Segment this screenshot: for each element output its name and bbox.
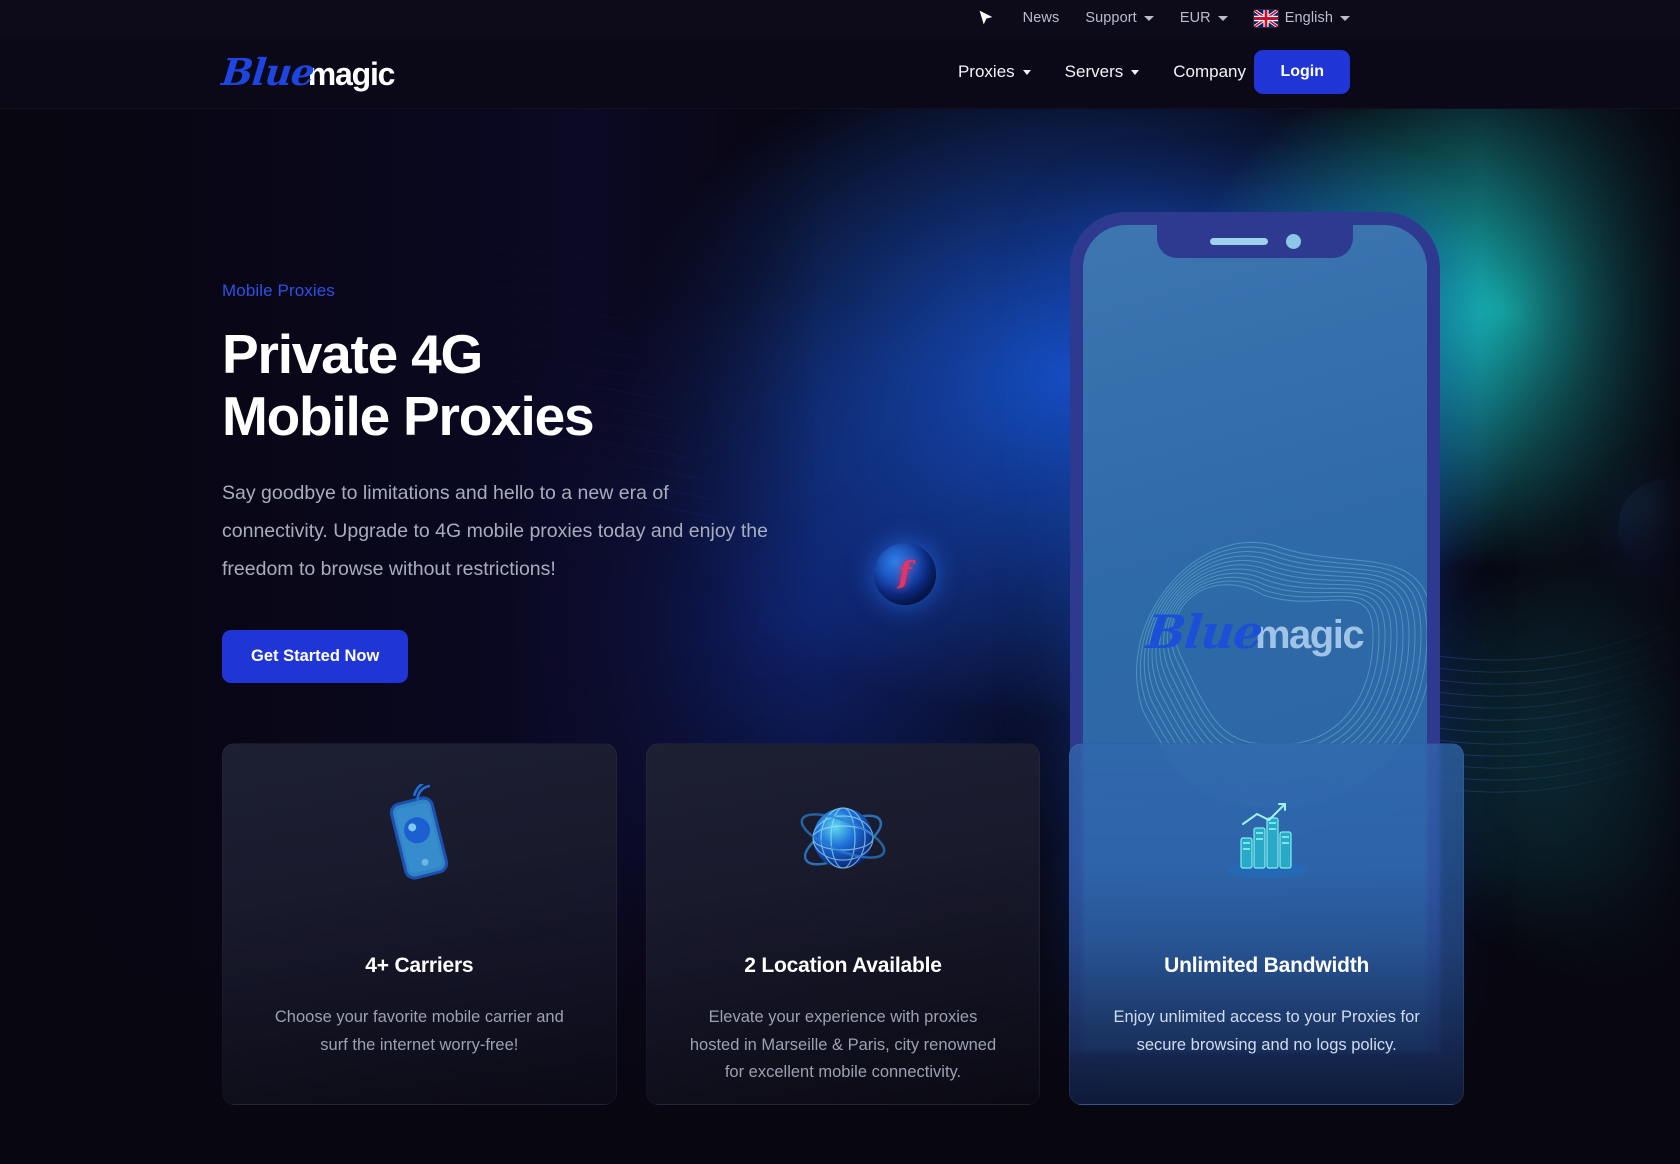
nav-item-proxies-label: Proxies <box>957 61 1015 81</box>
nav-item-proxies[interactable]: Proxies <box>958 62 1031 82</box>
nav-item-servers[interactable]: Servers <box>1065 62 1140 82</box>
phone-screen-logo: Blue magic <box>1144 605 1365 659</box>
decorative-carrier-orb: f <box>874 543 936 605</box>
nav-item-servers-label: Servers <box>1064 61 1124 81</box>
topbar-language-label: English <box>1284 9 1333 26</box>
topbar-link-news-label: News <box>1022 9 1060 26</box>
logo-text-magic: magic <box>307 55 396 92</box>
phone-speaker-icon <box>1209 238 1268 245</box>
mobile-phone-signal-icon <box>365 778 473 892</box>
topbar-language-selector[interactable]: English <box>1253 9 1350 27</box>
server-stack-icon <box>1213 784 1321 892</box>
site-logo[interactable]: Blue magic <box>219 49 396 94</box>
phone-logo-text-blue: Blue <box>1144 605 1265 659</box>
logo-text-blue: Blue <box>219 49 317 94</box>
uk-flag-icon <box>1253 10 1278 27</box>
feature-card-bandwidth[interactable]: Unlimited Bandwidth Enjoy unlimited acce… <box>1069 743 1465 1105</box>
chevron-down-icon <box>1340 16 1350 21</box>
topbar-currency-selector[interactable]: EUR <box>1180 10 1228 26</box>
globe-network-icon <box>789 784 897 892</box>
hero-content: Mobile Proxies Private 4G Mobile Proxies… <box>222 281 822 684</box>
get-started-button[interactable]: Get Started Now <box>222 630 409 684</box>
feature-card-locations[interactable]: 2 Location Available Elevate your experi… <box>645 743 1041 1105</box>
chevron-down-icon <box>1131 70 1140 75</box>
cursor-pointer-icon <box>975 7 997 29</box>
feature-card-carriers[interactable]: 4+ Carriers Choose your favorite mobile … <box>222 743 617 1105</box>
hero-subtitle: Say goodbye to limitations and hello to … <box>222 482 768 581</box>
orb-glyph-label: f <box>898 556 912 591</box>
login-button[interactable]: Login <box>1254 49 1350 94</box>
topbar-link-support-label: Support <box>1085 9 1137 26</box>
page-title: Private 4G Mobile Proxies <box>222 323 595 447</box>
phone-camera-icon <box>1285 234 1301 249</box>
feature-card-description: Elevate your experience with proxies hos… <box>689 1008 997 1082</box>
hero-eyebrow: Mobile Proxies <box>222 281 335 300</box>
phone-logo-text-magic: magic <box>1254 613 1365 657</box>
feature-card-description: Enjoy unlimited access to your Proxies f… <box>1113 1008 1420 1054</box>
topbar-link-news[interactable]: News <box>1023 10 1060 26</box>
topbar-currency-label: EUR <box>1179 9 1211 26</box>
chevron-down-icon <box>1022 70 1031 75</box>
feature-card-title: Unlimited Bandwidth <box>1164 954 1370 977</box>
top-utility-bar: News Support EUR English <box>0 0 1680 35</box>
feature-card-title: 4+ Carriers <box>365 954 474 977</box>
topbar-link-support[interactable]: Support <box>1085 10 1154 26</box>
main-navigation: Proxies Servers Company <box>958 62 1262 82</box>
feature-card-description: Choose your favorite mobile carrier and … <box>274 1008 564 1054</box>
chevron-down-icon <box>1217 16 1228 21</box>
page-root: News Support EUR English Blue magic Prox… <box>0 0 1680 1164</box>
feature-cards: 4+ Carriers Choose your favorite mobile … <box>222 743 1465 1105</box>
chevron-down-icon <box>1143 16 1154 21</box>
feature-card-title: 2 Location Available <box>744 954 942 977</box>
phone-notch <box>1157 225 1353 258</box>
nav-item-company[interactable]: Company <box>1173 62 1262 82</box>
nav-item-company-label: Company <box>1173 61 1246 81</box>
site-header: Blue magic Proxies Servers Company Login <box>0 35 1680 109</box>
hero-right-vignette <box>1480 109 1680 1164</box>
hero-section: Blue magic f Mobile Proxies Private 4G M… <box>0 109 1680 1164</box>
